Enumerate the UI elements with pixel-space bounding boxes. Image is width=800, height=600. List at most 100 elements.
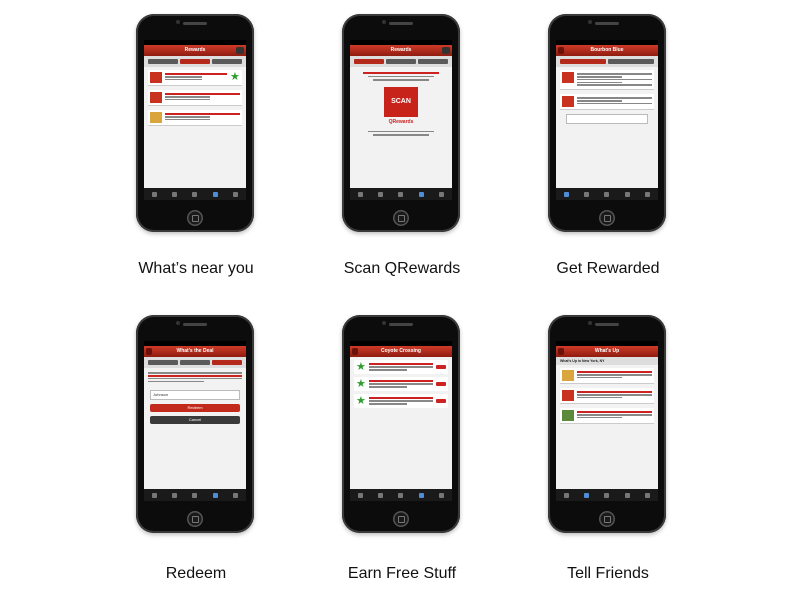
segment[interactable] bbox=[354, 59, 384, 64]
redeem-button[interactable]: Redeem bbox=[150, 404, 240, 413]
places-tab-icon[interactable] bbox=[563, 191, 569, 197]
rewards-tab-icon[interactable] bbox=[624, 492, 630, 498]
reward-item[interactable]: ★ bbox=[354, 360, 448, 374]
segmented-control[interactable] bbox=[144, 357, 246, 368]
speaker-icon bbox=[595, 323, 619, 326]
home-button[interactable] bbox=[187, 210, 203, 226]
list-item[interactable] bbox=[148, 90, 242, 106]
places-tab-icon[interactable] bbox=[151, 492, 157, 498]
rewards-tab-icon[interactable] bbox=[418, 191, 424, 197]
tab-bar[interactable] bbox=[144, 489, 246, 501]
tab-bar[interactable] bbox=[556, 489, 658, 501]
whats-up-tab-icon[interactable] bbox=[378, 191, 384, 197]
redeem-small-button[interactable] bbox=[436, 382, 446, 386]
venue-image bbox=[150, 92, 162, 103]
places-tab-icon[interactable] bbox=[563, 492, 569, 498]
segment[interactable] bbox=[560, 59, 606, 64]
segment[interactable] bbox=[212, 360, 242, 365]
tab-bar[interactable] bbox=[556, 188, 658, 200]
nav-bar: What's the Deal bbox=[144, 346, 246, 357]
post-image bbox=[562, 390, 574, 401]
feed-item[interactable] bbox=[560, 388, 654, 404]
rewards-tab-icon[interactable] bbox=[418, 492, 424, 498]
more-tab-icon[interactable] bbox=[439, 191, 445, 197]
tab-bar[interactable] bbox=[350, 188, 452, 200]
feed-item[interactable] bbox=[560, 408, 654, 424]
whats-up-tab-icon[interactable] bbox=[172, 492, 178, 498]
whats-up-tab-icon[interactable] bbox=[584, 191, 590, 197]
name-field[interactable]: Johnson bbox=[150, 390, 240, 401]
list-item[interactable]: ★ bbox=[148, 70, 242, 86]
events-tab-icon[interactable] bbox=[192, 191, 198, 197]
home-button[interactable] bbox=[599, 511, 615, 527]
more-tab-icon[interactable] bbox=[233, 191, 239, 197]
segment[interactable] bbox=[212, 59, 242, 64]
feed-item[interactable] bbox=[560, 368, 654, 384]
home-button[interactable] bbox=[599, 210, 615, 226]
segment[interactable] bbox=[148, 59, 178, 64]
places-tab-icon[interactable] bbox=[357, 492, 363, 498]
reward-item[interactable] bbox=[560, 94, 654, 111]
phone-screen: What's Up What's Up in New York, NY bbox=[556, 341, 658, 501]
home-button[interactable] bbox=[187, 511, 203, 527]
segment[interactable] bbox=[148, 360, 178, 365]
camera-icon bbox=[588, 321, 592, 325]
whats-up-tab-icon[interactable] bbox=[378, 492, 384, 498]
home-button[interactable] bbox=[393, 210, 409, 226]
feature-label: Get Rewarded bbox=[556, 260, 660, 277]
back-button[interactable] bbox=[558, 348, 564, 355]
whats-up-tab-icon[interactable] bbox=[584, 492, 590, 498]
nav-bar: What's Up bbox=[556, 346, 658, 357]
rewards-tab-icon[interactable] bbox=[624, 191, 630, 197]
screen-title: What's the Deal bbox=[176, 348, 214, 354]
segment[interactable] bbox=[608, 59, 654, 64]
phone-device: What's the Deal Johnson Redeem Cancel bbox=[136, 315, 254, 533]
more-tab-icon[interactable] bbox=[439, 492, 445, 498]
nav-bar: Rewards bbox=[144, 45, 246, 56]
feature-label: Earn Free Stuff bbox=[347, 565, 457, 582]
tab-bar[interactable] bbox=[144, 188, 246, 200]
comment-field[interactable] bbox=[566, 114, 648, 125]
reward-image bbox=[562, 96, 574, 108]
feature-label: Redeem bbox=[165, 565, 227, 582]
places-tab-icon[interactable] bbox=[151, 191, 157, 197]
segment[interactable] bbox=[418, 59, 448, 64]
places-tab-icon[interactable] bbox=[357, 191, 363, 197]
segmented-control[interactable] bbox=[556, 56, 658, 67]
phone-device: What's Up What's Up in New York, NY bbox=[548, 315, 666, 533]
home-button[interactable] bbox=[393, 511, 409, 527]
cancel-button[interactable]: Cancel bbox=[150, 416, 240, 425]
more-tab-icon[interactable] bbox=[233, 492, 239, 498]
more-tab-icon[interactable] bbox=[645, 492, 651, 498]
events-tab-icon[interactable] bbox=[398, 191, 404, 197]
events-tab-icon[interactable] bbox=[192, 492, 198, 498]
speaker-icon bbox=[595, 22, 619, 25]
star-icon: ★ bbox=[356, 378, 366, 390]
events-tab-icon[interactable] bbox=[398, 492, 404, 498]
location-header: What's Up in New York, NY bbox=[556, 357, 658, 365]
speaker-icon bbox=[183, 22, 207, 25]
segment[interactable] bbox=[386, 59, 416, 64]
screen-title: Rewards bbox=[390, 47, 412, 53]
rewards-tab-icon[interactable] bbox=[212, 492, 218, 498]
reward-item[interactable]: ★ bbox=[354, 394, 448, 408]
back-button[interactable] bbox=[558, 47, 564, 54]
events-tab-icon[interactable] bbox=[604, 492, 610, 498]
segment[interactable] bbox=[180, 59, 210, 64]
tab-bar[interactable] bbox=[350, 489, 452, 501]
segmented-control[interactable] bbox=[144, 56, 246, 67]
camera-icon bbox=[588, 20, 592, 24]
redeem-small-button[interactable] bbox=[436, 365, 446, 369]
segmented-control[interactable] bbox=[350, 56, 452, 67]
back-button[interactable] bbox=[146, 348, 152, 355]
list-item[interactable] bbox=[148, 110, 242, 126]
back-button[interactable] bbox=[352, 348, 358, 355]
reward-item[interactable]: ★ bbox=[354, 377, 448, 391]
whats-up-tab-icon[interactable] bbox=[172, 191, 178, 197]
redeem-small-button[interactable] bbox=[436, 399, 446, 403]
rewards-tab-icon[interactable] bbox=[212, 191, 218, 197]
events-tab-icon[interactable] bbox=[604, 191, 610, 197]
segment[interactable] bbox=[180, 360, 210, 365]
more-tab-icon[interactable] bbox=[645, 191, 651, 197]
venue-image bbox=[150, 72, 162, 83]
